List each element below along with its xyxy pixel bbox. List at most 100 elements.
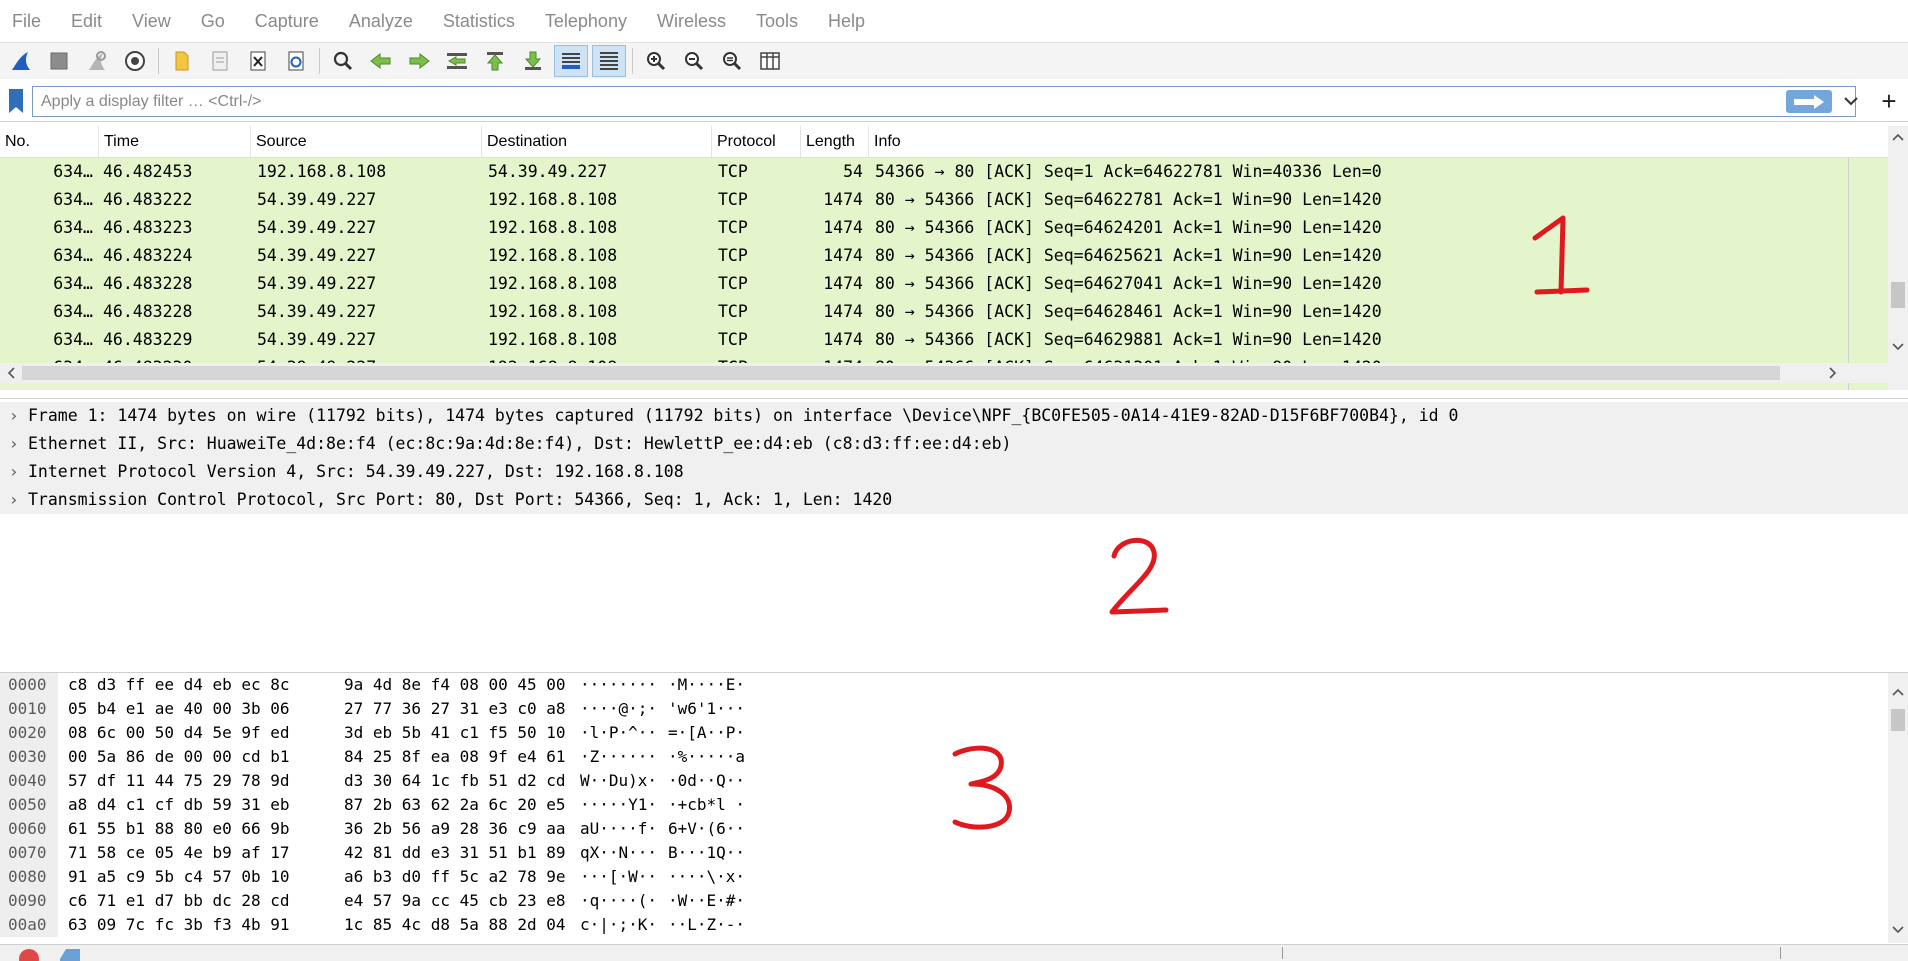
cell-no: 634… [53,330,93,349]
table-row[interactable]: 634… 46.483229 54.39.49.227 192.168.8.10… [0,326,1848,354]
shark-fin-icon [12,52,30,70]
menu-go[interactable]: Go [201,7,225,36]
colorize-button[interactable] [592,45,626,77]
chevron-up-icon[interactable] [1888,130,1908,146]
expert-info-icon[interactable] [14,945,44,961]
menu-tools[interactable]: Tools [756,7,798,36]
packet-details-pane: › Frame 1: 1474 bytes on wire (11792 bit… [0,398,1908,666]
bookmark-icon[interactable] [6,88,26,114]
menu-file[interactable]: File [12,7,41,36]
expand-arrow-icon[interactable]: › [0,486,28,514]
menu-view[interactable]: View [132,7,171,36]
scrollbar-thumb[interactable] [22,366,1780,380]
menu-statistics[interactable]: Statistics [443,7,515,36]
cell-source: 54.39.49.227 [257,274,377,293]
autoscroll-button[interactable] [554,45,588,77]
menu-telephony[interactable]: Telephony [545,7,627,36]
autoscroll-icon [562,53,580,69]
packet-list-vertical-scrollbar[interactable] [1888,126,1908,390]
hex-row[interactable]: 0010 05 b4 e1 ae 40 00 3b 06 27 77 36 27 3… [0,697,1908,721]
hex-bytes: a6 b3 d0 ff 5c a2 78 9e [344,867,566,886]
hex-ascii: ··L·Z·-· [668,915,746,934]
go-to-packet-button[interactable] [440,45,474,77]
hex-ascii: W··Du)x· [580,771,658,790]
detail-tree-item[interactable]: › Frame 1: 1474 bytes on wire (11792 bit… [0,402,1908,430]
first-packet-button[interactable] [478,45,512,77]
zoom-out-button[interactable] [677,45,711,77]
resize-columns-button[interactable] [753,45,787,77]
chevron-left-icon[interactable] [2,363,22,383]
expand-arrow-icon[interactable]: › [0,402,28,430]
table-row[interactable]: 634… 46.483228 54.39.49.227 192.168.8.10… [0,298,1848,326]
expand-arrow-icon[interactable]: › [0,430,28,458]
chevron-up-icon[interactable] [1888,685,1908,701]
display-filter-input[interactable] [32,86,1856,117]
packet-list-minimap[interactable] [1848,158,1888,390]
cell-length: 1474 [823,274,863,293]
hex-offset: 0080 [0,865,58,889]
go-back-button[interactable] [364,45,398,77]
detail-ipv4: Internet Protocol Version 4, Src: 54.39.… [28,462,684,481]
chevron-down-icon[interactable] [1888,338,1908,354]
find-packet-button[interactable] [326,45,360,77]
open-file-button[interactable] [165,45,199,77]
menu-wireless[interactable]: Wireless [657,7,726,36]
column-header-protocol[interactable]: Protocol [712,126,801,158]
column-header-time[interactable]: Time [99,126,251,158]
hex-ascii: ·q····(· [580,891,658,910]
hex-row[interactable]: 0070 71 58 ce 05 4e b9 af 17 42 81 dd e3 3… [0,841,1908,865]
packet-list-horizontal-scrollbar[interactable] [0,363,1908,383]
menu-analyze[interactable]: Analyze [349,7,413,36]
cell-no: 634… [53,302,93,321]
column-header-no[interactable]: No. [0,126,99,158]
hex-row[interactable]: 0000 c8 d3 ff ee d4 eb ec 8c 9a 4d 8e f4 0… [0,673,1908,697]
column-header-info[interactable]: Info [869,126,1908,158]
cell-time: 46.483223 [103,218,193,237]
hex-bytes: e4 57 9a cc 45 cb 23 e8 [344,891,566,910]
hex-offset: 0060 [0,817,58,841]
save-file-button[interactable] [203,45,237,77]
table-row[interactable]: 634… 46.482453 192.168.8.108 54.39.49.22… [0,158,1848,186]
menu-help[interactable]: Help [828,7,865,36]
restart-capture-button[interactable] [80,45,114,77]
zoom-normal-button[interactable] [715,45,749,77]
stop-capture-button[interactable] [42,45,76,77]
zoom-in-button[interactable] [639,45,673,77]
hex-ascii: qX··N··· [580,843,658,862]
apply-filter-button[interactable] [1786,90,1832,113]
resize-columns-icon [760,52,780,70]
hex-bytes: a8 d4 c1 cf db 59 31 eb [68,795,290,814]
hex-ascii: ···[·W·· [580,867,658,886]
menu-capture[interactable]: Capture [255,7,319,36]
chevron-down-icon[interactable] [1843,92,1859,110]
capture-comment-icon[interactable] [56,945,86,961]
scrollbar-thumb[interactable] [1891,709,1905,731]
detail-tree-item[interactable]: › Ethernet II, Src: HuaweiTe_4d:8e:f4 (e… [0,430,1908,458]
column-header-destination[interactable]: Destination [482,126,712,158]
hex-row[interactable]: 0090 c6 71 e1 d7 bb dc 28 cd e4 57 9a cc 4… [0,889,1908,913]
last-packet-button[interactable] [516,45,550,77]
cell-destination: 192.168.8.108 [488,246,618,265]
close-file-button[interactable] [241,45,275,77]
menu-edit[interactable]: Edit [71,7,102,36]
detail-tree-item[interactable]: › Internet Protocol Version 4, Src: 54.3… [0,458,1908,486]
packet-list-header: No. Time Source Destination Protocol Len… [0,126,1908,158]
start-capture-button[interactable] [4,45,38,77]
column-header-length[interactable]: Length [801,126,869,158]
chevron-right-icon[interactable] [1822,363,1842,383]
hex-row[interactable]: 0080 91 a5 c9 5b c4 57 0b 10 a6 b3 d0 ff 5… [0,865,1908,889]
cell-destination: 192.168.8.108 [488,302,618,321]
reload-file-button[interactable] [279,45,313,77]
column-header-source[interactable]: Source [251,126,482,158]
bytes-vertical-scrollbar[interactable] [1888,673,1908,943]
add-filter-button[interactable]: + [1874,86,1904,116]
hex-row[interactable]: 00a0 63 09 7c fc 3b f3 4b 91 1c 85 4c d8 5… [0,913,1908,937]
capture-options-button[interactable] [118,45,152,77]
detail-tree-item[interactable]: › Transmission Control Protocol, Src Por… [0,486,1908,514]
cell-length: 1474 [823,302,863,321]
expand-arrow-icon[interactable]: › [0,458,28,486]
chevron-down-icon[interactable] [1888,921,1908,937]
go-forward-button[interactable] [402,45,436,77]
scrollbar-thumb[interactable] [1891,282,1905,308]
cell-time: 46.483228 [103,274,193,293]
